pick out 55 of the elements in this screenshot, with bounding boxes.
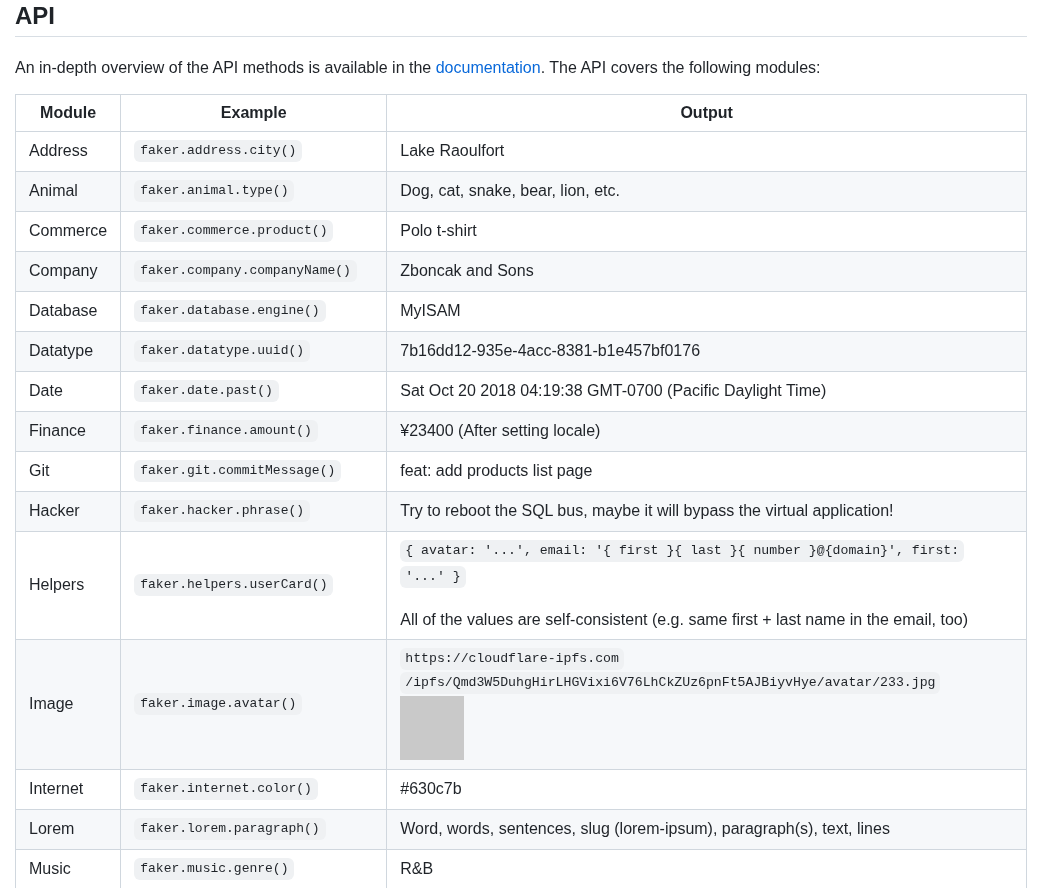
output-text: #630c7b [400,780,462,797]
output-text: feat: add products list page [400,462,593,479]
module-name: Hacker [29,502,80,519]
output-text: MyISAM [400,302,461,319]
output-text: Sat Oct 20 2018 04:19:38 GMT-0700 (Pacific Daylight Time) [400,382,827,399]
output-text: Lake Raoulfort [400,142,505,159]
column-header: Example [120,94,387,132]
code-snippet: faker.internet.color() [134,778,318,800]
output-text: ¥23400 (After setting locale) [400,422,601,439]
output-text: All of the values are self-consistent (e.g. same first + last name in the email, too) [400,610,969,630]
module-name: Image [29,695,74,712]
output-text: 7b16dd12-935e-4acc-8381-b1e457bf0176 [400,342,701,359]
url-code: /ipfs/Qmd3W5DuhgHirLHGVixi6V76LhCkZUz6pnFt5AJBiyvHye/avatar/233.jpg [400,672,941,694]
module-name: Address [29,142,88,159]
code-snippet: faker.music.genre() [134,858,295,880]
module-name: Finance [29,422,86,439]
module-name: Commerce [29,222,108,239]
code-snippet: faker.datatype.uuid() [134,340,311,362]
output-text: Polo t-shirt [400,222,477,239]
url-code: https://cloudflare-ipfs.com [400,648,624,670]
module-name: Git [29,462,50,479]
column-header: Output [386,94,1027,132]
module-name: Animal [29,182,78,199]
code-snippet: faker.hacker.phrase() [134,500,311,522]
output-text: Dog, cat, snake, bear, lion, etc. [400,182,620,199]
module-name: Helpers [29,576,85,593]
output-text: R&B [400,860,434,877]
module-name: Music [29,860,71,877]
photo-placeholder [400,696,465,760]
module-name: Company [29,262,98,279]
code-snippet: '...' } [400,566,466,588]
output-text: Zboncak and Sons [400,262,534,279]
output-text: Try to reboot the SQL bus, maybe it will bypass the virtual application! [400,502,894,519]
code-snippet: faker.database.engine() [134,300,326,322]
output-text: Word, words, sentences, slug (lorem-ipsum), paragraph(s), text, lines [400,820,890,837]
column-header: Module [15,94,121,132]
module-name: Lorem [29,820,75,837]
code-snippet: faker.date.past() [134,380,279,402]
module-name: Internet [29,780,84,797]
intro-paragraph: An in-depth overview of the API methods is available in the documentation. The API covers the following modules: [15,58,822,78]
code-snippet: faker.git.commitMessage() [134,460,342,482]
code-snippet: faker.company.companyName() [134,260,357,282]
module-name: Database [29,302,98,319]
code-snippet: { avatar: '...', email: '{ first }{ last }{ number }@{domain}', first: [400,540,965,562]
code-snippet: faker.address.city() [134,140,303,162]
module-name: Date [29,382,63,399]
code-snippet: faker.animal.type() [134,180,295,202]
code-snippet: faker.commerce.product() [134,220,334,242]
code-snippet: faker.helpers.userCard() [134,574,334,596]
code-snippet: faker.finance.amount() [134,420,318,442]
code-snippet: faker.image.avatar() [134,693,303,715]
section-heading: API [15,0,1027,37]
documentation-link[interactable]: documentation [435,59,541,76]
code-snippet: faker.lorem.paragraph() [134,818,326,840]
module-name: Datatype [29,342,94,359]
